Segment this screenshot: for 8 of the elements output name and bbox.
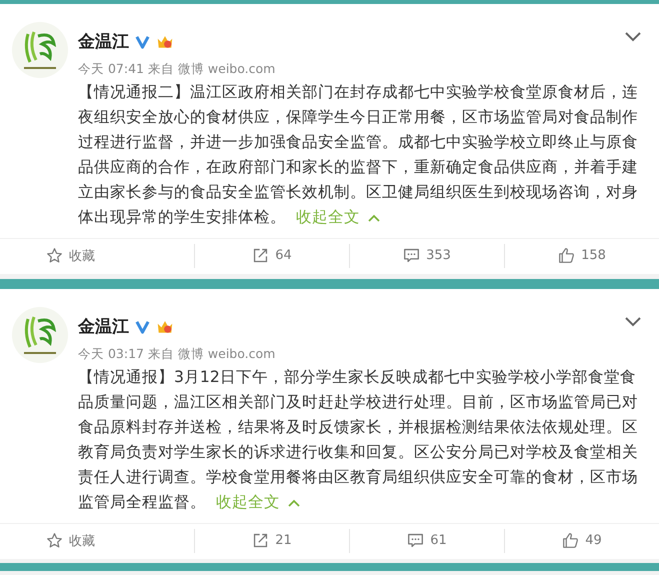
post-meta: 今天 07:41 来自 微博 weibo.com <box>78 61 276 78</box>
author-name[interactable]: 金温江 <box>78 315 129 338</box>
post-text: 【情况通报二】温江区政府相关部门在封存成都七中实验学校食堂原食材后，连夜组织安全放心的食材供应，保障学生今日正常用餐，区市场监管局对食品制作过程进行监督，并进一步加强食品安全监管。成都七中实验学校立即终止与原食品供应商的合作，在政府部门和家长的监督下，重新确定食品供应商，并着手建立由家长参与的食品安全监管长效机制。区卫健局组织医生到校现场咨询，对身体出现异常的学生安排体检。 收起全文 <box>78 82 639 228</box>
collapse-link[interactable]: 收起全文 <box>216 493 280 511</box>
post-meta: 今天 03:17 来自 微博 weibo.com <box>78 346 276 363</box>
collapse-link[interactable]: 收起全文 <box>296 208 360 226</box>
author-name[interactable]: 金温江 <box>78 30 129 53</box>
post-text: 【情况通报】3月12日下午，部分学生家长反映成都七中实验学校小学部食堂食品质量问题，温江区相关部门及时赶赴学校进行处理。目前，区市场监管局已对食品原料封存并送检，结果将及时反馈家长，并根据检测结果依法依规处理。区教育局负责对学生家长的诉求进行收集和回复。区公安分局已对学校及食堂相关责任人进行调查。学校食堂用餐将由区教育局组织供应安全可靠的食材，区市场监管局全程监督。 收起全文 <box>78 367 639 513</box>
